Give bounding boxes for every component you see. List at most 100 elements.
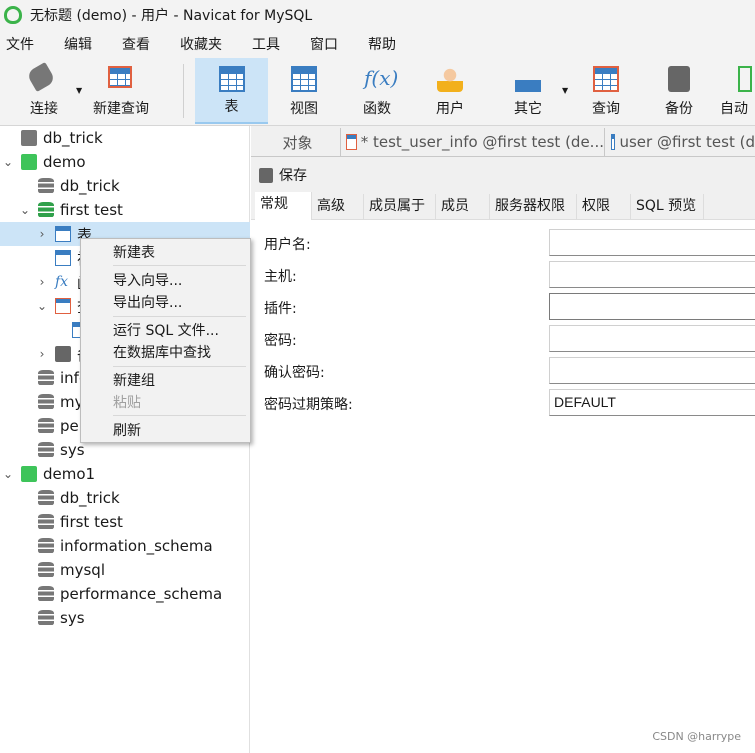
backup-label: 备份 bbox=[665, 101, 693, 117]
password-input[interactable] bbox=[549, 325, 755, 352]
function-button[interactable]: f(x) 函数 bbox=[343, 58, 411, 124]
database-icon bbox=[38, 562, 54, 578]
database-icon bbox=[38, 442, 54, 458]
password-expire-select[interactable]: DEFAULT bbox=[549, 389, 755, 416]
database-icon bbox=[38, 586, 54, 602]
view-button[interactable]: 视图 bbox=[270, 58, 338, 124]
other-dropdown-icon[interactable]: ▼ bbox=[562, 86, 568, 95]
tree-db[interactable]: performance_schema bbox=[0, 582, 250, 606]
view-icon bbox=[291, 66, 317, 92]
chevron-right-icon[interactable]: › bbox=[36, 275, 48, 289]
user-icon bbox=[437, 66, 463, 92]
chevron-down-icon[interactable]: ⌄ bbox=[36, 299, 48, 313]
subtab-sql-preview[interactable]: SQL 预览 bbox=[631, 194, 704, 219]
tree-db[interactable]: mysql bbox=[0, 558, 250, 582]
save-button[interactable]: 保存 bbox=[259, 165, 307, 185]
menu-view[interactable]: 查看 bbox=[122, 34, 150, 54]
chevron-down-icon[interactable]: ⌄ bbox=[2, 155, 14, 169]
plugin-select[interactable] bbox=[549, 293, 755, 320]
auto-run-label: 自动 bbox=[720, 101, 748, 117]
toolbar-divider bbox=[183, 64, 184, 118]
watermark: CSDN @harrype bbox=[652, 730, 741, 743]
chevron-right-icon[interactable]: › bbox=[36, 227, 48, 241]
menu-item-export-wizard[interactable]: 导出向导... bbox=[113, 293, 182, 313]
tab-user[interactable]: user @first test (d bbox=[608, 128, 755, 156]
connection-icon bbox=[21, 154, 37, 170]
tree-connection-db-trick[interactable]: db_trick bbox=[0, 126, 250, 150]
menu-help[interactable]: 帮助 bbox=[368, 34, 396, 54]
username-input[interactable] bbox=[549, 229, 755, 256]
connect-dropdown-icon[interactable]: ▼ bbox=[76, 86, 82, 95]
window-title: 无标题 (demo) - 用户 - Navicat for MySQL bbox=[30, 8, 313, 24]
tools-icon bbox=[515, 66, 541, 92]
menu-item-find-in-database[interactable]: 在数据库中查找 bbox=[113, 343, 211, 363]
backup-icon bbox=[55, 346, 71, 362]
table-label: 表 bbox=[224, 99, 239, 115]
tab-test-user-info[interactable]: * test_user_info @first test (de... bbox=[343, 128, 605, 156]
user-label: 用户 bbox=[436, 101, 464, 117]
table-button[interactable]: 表 bbox=[195, 58, 268, 124]
subtab-general[interactable]: 常规 bbox=[255, 192, 312, 220]
menu-edit[interactable]: 编辑 bbox=[64, 34, 92, 54]
chevron-right-icon[interactable]: › bbox=[36, 347, 48, 361]
subtab-members[interactable]: 成员 bbox=[436, 194, 490, 219]
chevron-down-icon[interactable]: ⌄ bbox=[2, 467, 14, 481]
other-button[interactable]: 其它 bbox=[494, 58, 562, 124]
function-icon: fx bbox=[55, 274, 69, 290]
new-query-button[interactable]: 新建查询 bbox=[88, 58, 154, 124]
connect-button[interactable]: 连接 bbox=[18, 58, 70, 124]
menu-item-new-table[interactable]: 新建表 bbox=[113, 243, 155, 263]
user-editor: 对象 * test_user_info @first test (de... u… bbox=[251, 126, 755, 753]
tree-db[interactable]: first test bbox=[0, 510, 250, 534]
tab-bar: 对象 * test_user_info @first test (de... u… bbox=[251, 126, 755, 157]
auto-run-button[interactable]: 自动 bbox=[720, 58, 755, 124]
password-expire-label: 密码过期策略: bbox=[264, 397, 353, 413]
toolbar: 连接 ▼ 新建查询 表 视图 f(x) 函数 用户 其它 ▼ 查询 备份 自动 bbox=[0, 58, 755, 126]
tree-label: demo bbox=[43, 153, 86, 171]
tree-label: db_trick bbox=[43, 129, 103, 147]
user-button[interactable]: 用户 bbox=[416, 58, 484, 124]
tree-db[interactable]: sys bbox=[0, 606, 250, 630]
query-label: 查询 bbox=[592, 101, 620, 117]
menu-item-refresh[interactable]: 刷新 bbox=[113, 421, 141, 441]
tree-db[interactable]: db_trick bbox=[0, 486, 250, 510]
subtab-server-privileges[interactable]: 服务器权限 bbox=[490, 194, 577, 219]
tree-label: db_trick bbox=[60, 177, 120, 195]
tree-db[interactable]: information_schema bbox=[0, 534, 250, 558]
navicat-logo-icon bbox=[4, 6, 22, 24]
other-label: 其它 bbox=[514, 101, 542, 117]
query-icon bbox=[346, 134, 357, 150]
menu-separator bbox=[113, 415, 246, 416]
database-icon bbox=[38, 370, 54, 386]
menu-item-import-wizard[interactable]: 导入向导... bbox=[113, 271, 182, 291]
tree-label: sys bbox=[60, 441, 85, 459]
menu-item-new-group[interactable]: 新建组 bbox=[113, 371, 155, 391]
subtab-member-of[interactable]: 成员属于 bbox=[364, 194, 436, 219]
menu-tools[interactable]: 工具 bbox=[252, 34, 280, 54]
tree-connection-demo[interactable]: ⌄ demo bbox=[0, 150, 250, 174]
tree-db-first-test[interactable]: ⌄ first test bbox=[0, 198, 250, 222]
plugin-label: 插件: bbox=[264, 301, 297, 317]
subtab-advanced[interactable]: 高级 bbox=[312, 194, 364, 219]
query-button[interactable]: 查询 bbox=[572, 58, 640, 124]
confirm-password-input[interactable] bbox=[549, 357, 755, 384]
tree-label: performance_schema bbox=[60, 585, 223, 603]
menu-window[interactable]: 窗口 bbox=[310, 34, 338, 54]
tab-objects[interactable]: 对象 bbox=[255, 128, 341, 156]
table-icon bbox=[219, 66, 245, 92]
backup-button[interactable]: 备份 bbox=[645, 58, 713, 124]
menu-item-run-sql-file[interactable]: 运行 SQL 文件... bbox=[113, 321, 219, 341]
view-label: 视图 bbox=[290, 101, 318, 117]
host-input[interactable] bbox=[549, 261, 755, 288]
tree-db[interactable]: db_trick bbox=[0, 174, 250, 198]
menu-favorites[interactable]: 收藏夹 bbox=[180, 34, 222, 54]
save-label: 保存 bbox=[279, 168, 307, 184]
menu-bar: 文件 编辑 查看 收藏夹 工具 窗口 帮助 bbox=[0, 30, 755, 58]
connection-icon bbox=[21, 466, 37, 482]
tree-connection-demo1[interactable]: ⌄ demo1 bbox=[0, 462, 250, 486]
view-icon bbox=[55, 250, 71, 266]
menu-file[interactable]: 文件 bbox=[6, 34, 34, 54]
chevron-down-icon[interactable]: ⌄ bbox=[19, 203, 31, 217]
subtab-privileges[interactable]: 权限 bbox=[577, 194, 631, 219]
host-label: 主机: bbox=[264, 269, 297, 285]
